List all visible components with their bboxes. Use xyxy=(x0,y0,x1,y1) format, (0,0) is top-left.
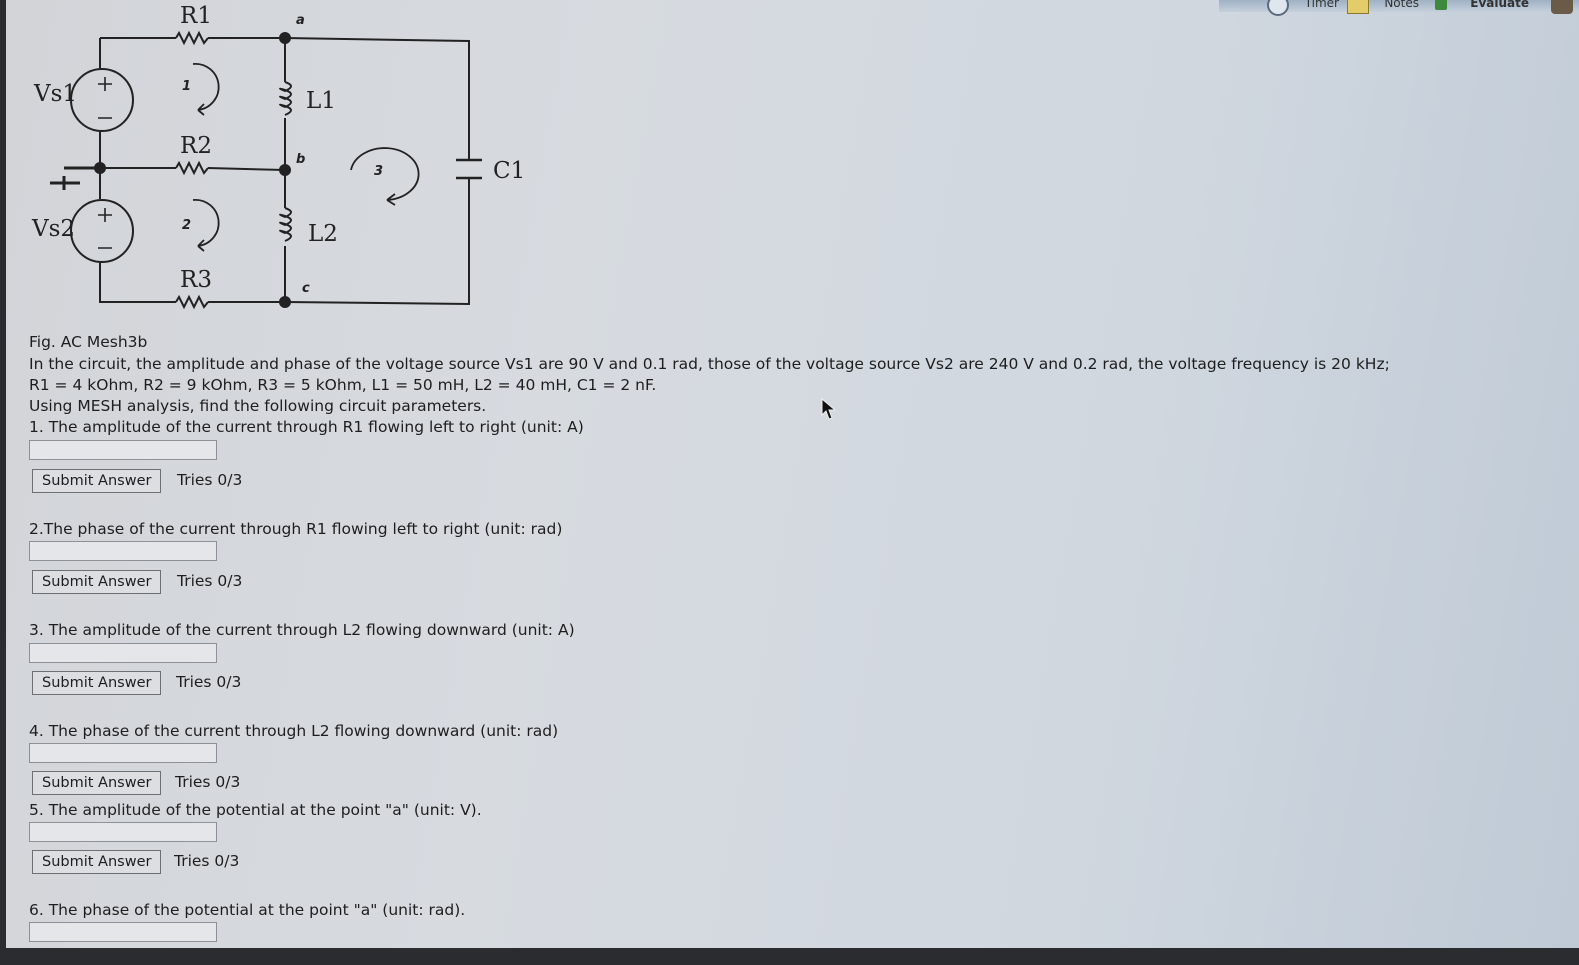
label-node-a: a xyxy=(296,13,305,28)
label-mesh-3: 3 xyxy=(374,164,383,179)
label-vs2: Vs2 xyxy=(31,216,75,242)
avatar[interactable] xyxy=(1551,0,1573,14)
label-mesh-2: 2 xyxy=(182,218,191,233)
notes-link[interactable]: Notes xyxy=(1384,0,1419,10)
mouse-cursor-icon xyxy=(821,398,837,420)
node-a xyxy=(279,32,291,44)
resistor-r2 xyxy=(175,160,209,176)
question-5-text: 5. The amplitude of the potential at the… xyxy=(29,801,482,819)
voltage-source-vs2 xyxy=(70,199,134,263)
question-4-answer-input[interactable] xyxy=(29,743,217,763)
label-c1: C1 xyxy=(493,158,525,184)
component-values: R1 = 4 kOhm, R2 = 9 kOhm, R3 = 5 kOhm, L… xyxy=(29,376,657,394)
mesh-3-arrow xyxy=(350,147,420,206)
question-6-answer-input[interactable] xyxy=(29,922,217,942)
webpage-screen: Timer Notes Evaluate R1 R2 R3 L1 L2 C1 V… xyxy=(6,0,1579,948)
question-2-text: 2.The phase of the current through R1 fl… xyxy=(29,520,563,538)
label-r3: R3 xyxy=(180,267,212,293)
question-2-submit-button[interactable]: Submit Answer xyxy=(32,570,162,594)
evaluate-link[interactable]: Evaluate xyxy=(1470,0,1529,10)
question-2-answer-input[interactable] xyxy=(29,541,217,561)
question-1-text: 1. The amplitude of the current through … xyxy=(29,418,584,436)
label-vs1: Vs1 xyxy=(33,81,77,107)
label-r2: R2 xyxy=(180,133,212,159)
resistor-r3 xyxy=(175,294,209,310)
question-5-tries: Tries 0/3 xyxy=(174,852,240,870)
instruction-text: Using MESH analysis, find the following … xyxy=(29,397,487,415)
node-b xyxy=(279,164,291,176)
voltage-source-vs1 xyxy=(70,68,134,132)
mesh-1-arrow xyxy=(192,63,220,116)
label-mesh-1: 1 xyxy=(182,79,191,94)
question-6-text: 6. The phase of the potential at the poi… xyxy=(29,901,466,919)
node-c xyxy=(279,296,291,308)
mesh-2-arrow xyxy=(192,199,220,252)
question-5-answer-input[interactable] xyxy=(29,822,217,842)
notes-icon[interactable] xyxy=(1347,0,1369,14)
question-3-answer-input[interactable] xyxy=(29,643,217,663)
top-toolbar: Timer Notes Evaluate xyxy=(1219,0,1579,16)
question-1-tries: Tries 0/3 xyxy=(177,471,243,489)
label-node-b: b xyxy=(296,152,305,167)
question-3-text: 3. The amplitude of the current through … xyxy=(29,621,575,639)
question-4-text: 4. The phase of the current through L2 f… xyxy=(29,722,559,740)
question-1-submit-button[interactable]: Submit Answer xyxy=(32,469,162,493)
figure-caption: Fig. AC Mesh3b xyxy=(29,333,148,351)
problem-statement: In the circuit, the amplitude and phase … xyxy=(29,355,1390,373)
label-l2: L2 xyxy=(308,221,338,247)
inductor-l2 xyxy=(279,207,292,242)
question-4-tries: Tries 0/3 xyxy=(175,773,241,791)
question-4-submit-button[interactable]: Submit Answer xyxy=(32,771,162,795)
label-node-c: c xyxy=(302,281,310,296)
label-r1: R1 xyxy=(180,3,212,29)
question-1-answer-input[interactable] xyxy=(29,440,217,460)
timer-icon[interactable] xyxy=(1267,0,1289,16)
circuit-diagram: R1 R2 R3 L1 L2 C1 Vs1 Vs2 a b c 1 2 3 xyxy=(31,3,525,310)
label-l1: L1 xyxy=(306,88,336,114)
question-5-submit-button[interactable]: Submit Answer xyxy=(32,850,162,874)
question-3-submit-button[interactable]: Submit Answer xyxy=(32,671,162,695)
question-3-tries: Tries 0/3 xyxy=(176,673,242,691)
resistor-r1 xyxy=(175,30,209,46)
timer-link[interactable]: Timer xyxy=(1305,0,1339,10)
question-2-tries: Tries 0/3 xyxy=(177,572,243,590)
evaluate-icon[interactable] xyxy=(1435,0,1447,10)
inductor-l1 xyxy=(279,81,292,116)
capacitor-c1 xyxy=(456,158,482,180)
